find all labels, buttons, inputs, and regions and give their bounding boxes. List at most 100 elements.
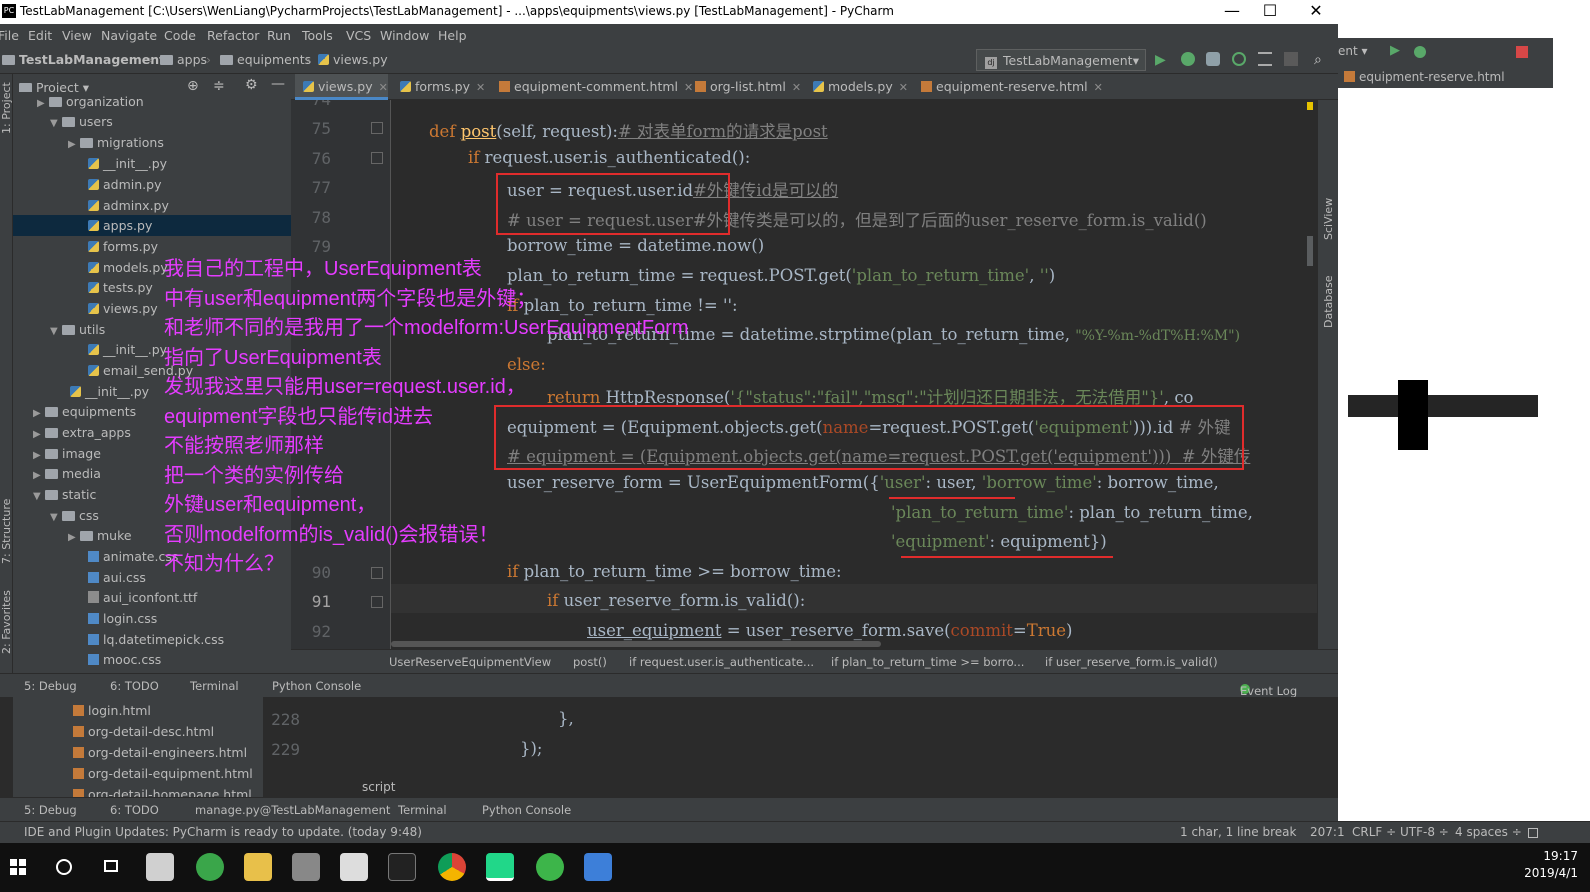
- menu-code[interactable]: Code: [164, 28, 196, 43]
- fold-icon[interactable]: [371, 596, 383, 608]
- menu-help[interactable]: Help: [438, 28, 467, 43]
- menu-window[interactable]: Window: [380, 28, 429, 43]
- nav-project[interactable]: TestLabManagement: [2, 52, 165, 67]
- app-icon[interactable]: [196, 853, 224, 881]
- menu-file[interactable]: File: [0, 28, 19, 43]
- stop-icon[interactable]: [1516, 46, 1528, 58]
- favorites-tool-button[interactable]: 2: Favorites: [0, 590, 13, 654]
- breadcrumb-item[interactable]: if request.user.is_authenticate...: [629, 655, 814, 669]
- fold-icon[interactable]: [371, 152, 383, 164]
- tree-item[interactable]: __init__.py: [88, 339, 167, 360]
- terminal-tool-button[interactable]: Terminal: [190, 679, 239, 693]
- tree-item[interactable]: org-detail-desc.html: [73, 721, 214, 742]
- tab-forms-py[interactable]: forms.py ✕: [392, 74, 488, 100]
- tab-views-py[interactable]: views.py ✕: [295, 74, 388, 100]
- tree-item[interactable]: adminx.py: [88, 195, 169, 216]
- sciview-tool-button[interactable]: SciView: [1322, 198, 1335, 240]
- menu-view[interactable]: View: [62, 28, 92, 43]
- close-button[interactable]: ✕: [1296, 1, 1336, 23]
- nav-file[interactable]: views.py: [318, 52, 388, 67]
- breadcrumb-item[interactable]: if user_reserve_form.is_valid(): [1045, 655, 1218, 669]
- tree-item[interactable]: models.py: [88, 257, 168, 278]
- breadcrumb-item[interactable]: if plan_to_return_time >= borro...: [831, 655, 1024, 669]
- tab-equipment-reserve[interactable]: equipment-reserve.html: [1344, 70, 1505, 84]
- tree-item[interactable]: ▼ static: [33, 484, 96, 505]
- tree-item[interactable]: org-detail-engineers.html: [73, 742, 247, 763]
- status-message[interactable]: IDE and Plugin Updates: PyCharm is ready…: [24, 825, 422, 839]
- app-icon[interactable]: [584, 853, 612, 881]
- menu-refactor[interactable]: Refactor: [207, 28, 259, 43]
- calculator-icon[interactable]: [340, 853, 368, 881]
- terminal-tool-button[interactable]: Terminal: [398, 803, 447, 817]
- tree-item[interactable]: org-detail-equipment.html: [73, 763, 253, 784]
- structure-tool-button[interactable]: 7: Structure: [0, 499, 13, 564]
- debug-tool-button[interactable]: 5: Debug: [24, 803, 77, 817]
- tree-item[interactable]: ▼ users: [50, 111, 113, 132]
- chrome-icon[interactable]: [438, 853, 466, 881]
- breadcrumb-item[interactable]: post(): [573, 655, 607, 669]
- status-encoding[interactable]: UTF-8 ÷: [1400, 825, 1449, 839]
- minimize-button[interactable]: —: [1212, 1, 1252, 23]
- file-explorer-icon[interactable]: [244, 853, 272, 881]
- app-icon[interactable]: [292, 853, 320, 881]
- todo-tool-button[interactable]: 6: TODO: [110, 803, 159, 817]
- coverage-icon[interactable]: [1206, 52, 1220, 66]
- lock-icon[interactable]: [1528, 828, 1538, 838]
- manage-tool-button[interactable]: manage.py@TestLabManagement: [195, 803, 390, 817]
- python-console-button[interactable]: Python Console: [272, 679, 361, 693]
- menu-vcs[interactable]: VCS: [346, 28, 371, 43]
- tree-item[interactable]: ▶ image: [33, 443, 101, 464]
- tab-equipment-reserve[interactable]: equipment-reserve.html ✕: [913, 74, 1103, 100]
- editor-scrollbar[interactable]: [1307, 236, 1313, 266]
- tree-item[interactable]: __init__.py: [88, 153, 167, 174]
- tree-item[interactable]: login.html: [73, 700, 151, 721]
- debug-tool-button[interactable]: 5: Debug: [24, 679, 77, 693]
- profile-icon[interactable]: [1232, 52, 1246, 66]
- run-configuration-select[interactable]: ent ▾: [1338, 44, 1368, 58]
- tree-item[interactable]: ▶ equipments: [33, 401, 136, 422]
- menu-navigate[interactable]: Navigate: [101, 28, 157, 43]
- close-icon[interactable]: ✕: [379, 81, 388, 94]
- app-icon[interactable]: [536, 853, 564, 881]
- tree-item[interactable]: ▶ muke: [68, 525, 132, 546]
- database-tool-button[interactable]: Database: [1322, 276, 1335, 329]
- concurrency-icon[interactable]: [1258, 52, 1272, 66]
- search-icon[interactable]: ⌕: [1314, 52, 1328, 68]
- pycharm-icon[interactable]: [486, 853, 514, 881]
- todo-tool-button[interactable]: 6: TODO: [110, 679, 159, 693]
- tree-item[interactable]: admin.py: [88, 174, 161, 195]
- tree-item[interactable]: lq.datetimepick.css: [88, 629, 224, 650]
- tab-models-py[interactable]: models.py ✕: [805, 74, 909, 100]
- nav-folder-apps[interactable]: apps: [160, 52, 207, 67]
- close-icon[interactable]: ✕: [899, 81, 908, 94]
- tree-item[interactable]: aui.css: [88, 567, 146, 588]
- tree-item[interactable]: ▼ css: [50, 505, 99, 526]
- tree-item[interactable]: ▶ extra_apps: [33, 422, 131, 443]
- fold-icon[interactable]: [371, 122, 383, 134]
- gear-icon[interactable]: ⚙: [245, 77, 258, 93]
- run-configuration-select[interactable]: dj TestLabManagement ▾: [976, 49, 1146, 71]
- tree-item[interactable]: __init__.py: [70, 381, 149, 402]
- menu-tools[interactable]: Tools: [302, 28, 333, 43]
- search-icon[interactable]: [50, 853, 78, 881]
- tree-item-selected[interactable]: apps.py: [13, 215, 291, 236]
- tree-item[interactable]: views.py: [88, 298, 158, 319]
- task-view-icon[interactable]: [98, 853, 126, 881]
- status-indent[interactable]: 4 spaces ÷: [1455, 825, 1522, 839]
- status-position[interactable]: 207:1: [1310, 825, 1345, 839]
- tree-item[interactable]: forms.py: [88, 236, 158, 257]
- tree-item[interactable]: ▶ media: [33, 463, 101, 484]
- tab-equipment-comment[interactable]: equipment-comment.html ✕: [491, 74, 693, 100]
- tab-org-list[interactable]: org-list.html ✕: [687, 74, 801, 100]
- run-icon[interactable]: ▶: [1390, 43, 1400, 58]
- windows-start-icon[interactable]: [6, 853, 34, 881]
- close-icon[interactable]: ✕: [476, 81, 485, 94]
- debug-icon[interactable]: [1181, 52, 1195, 66]
- tree-item[interactable]: ▶ organization: [37, 92, 144, 112]
- project-tool-button[interactable]: 1: Project: [0, 82, 13, 134]
- tree-item[interactable]: ▼ utils: [50, 319, 105, 340]
- status-line-separator[interactable]: CRLF ÷: [1352, 825, 1396, 839]
- python-console-button[interactable]: Python Console: [482, 803, 571, 817]
- maximize-button[interactable]: ☐: [1250, 1, 1290, 23]
- app-icon[interactable]: [388, 853, 416, 881]
